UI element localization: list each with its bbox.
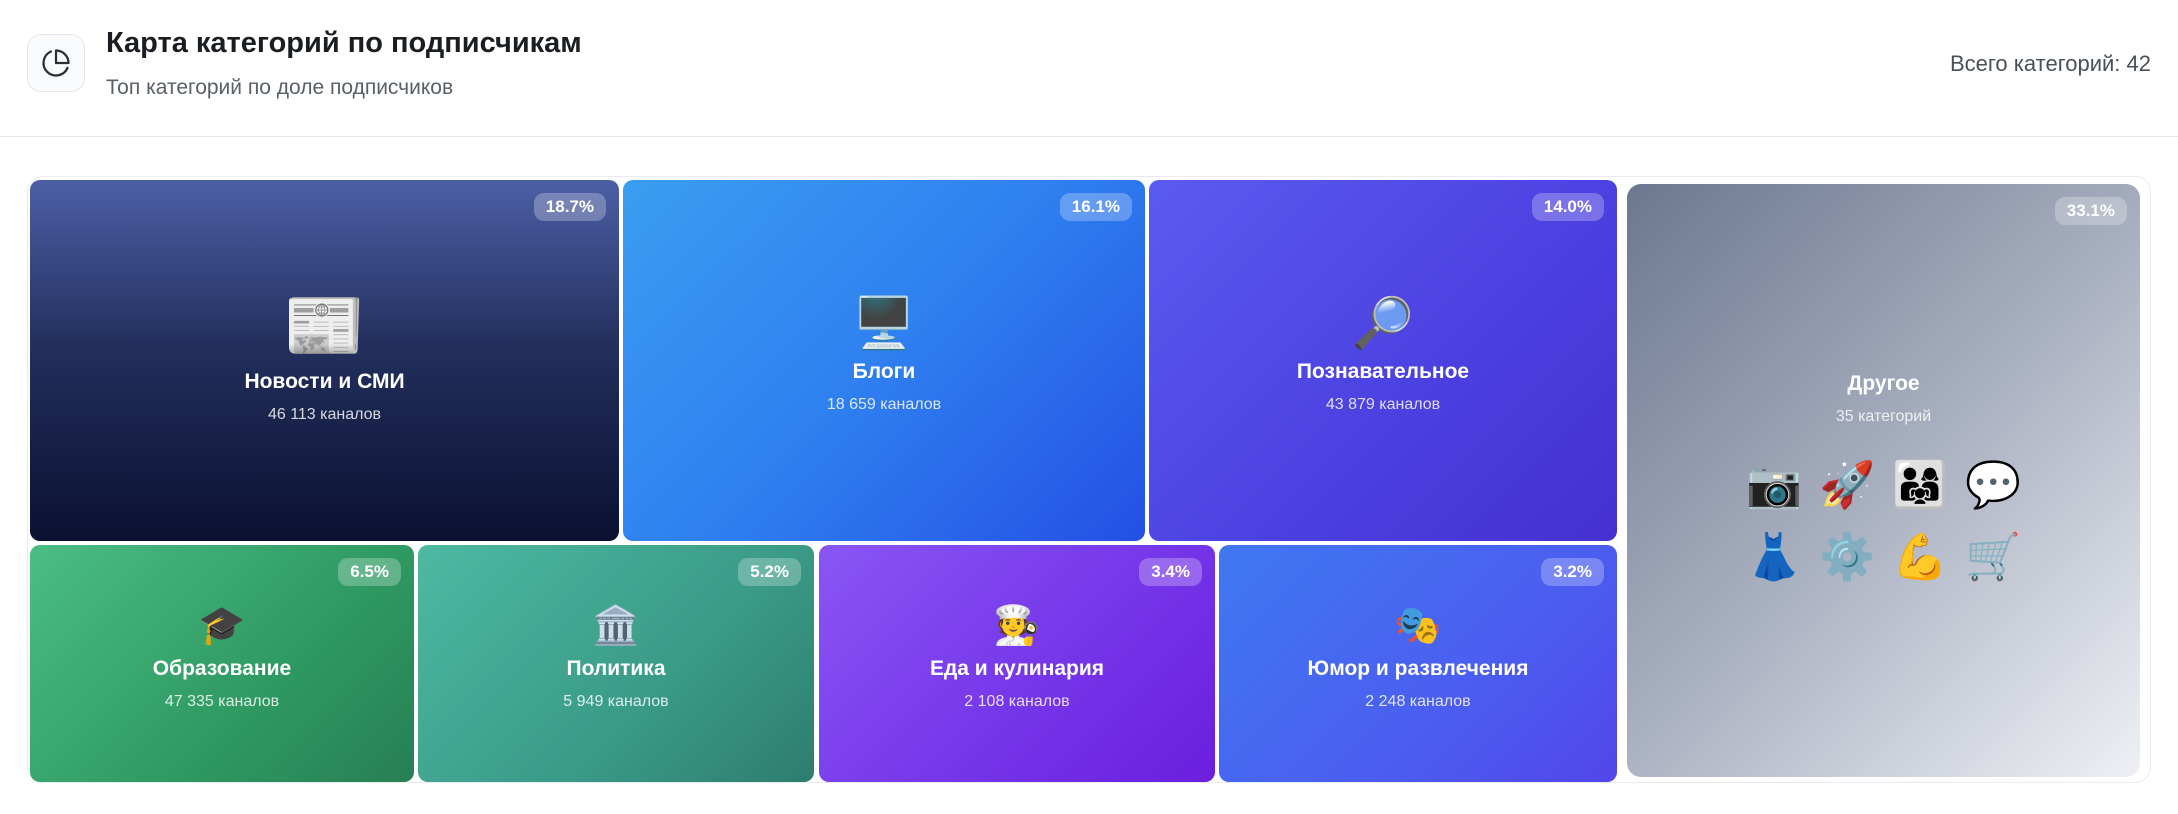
tile-count: 46 113 каналов <box>267 406 382 423</box>
pie-chart-icon <box>27 34 85 92</box>
tile-food[interactable]: 3.4% 🧑‍🍳 Еда и кулинария 2 108 каналов <box>819 545 1215 782</box>
tile-count: 2 248 каналов <box>1365 693 1471 710</box>
magnifier-icon: 🔎 <box>1351 295 1415 351</box>
share-badge: 18.7% <box>533 193 606 221</box>
dress-icon: 👗 <box>1745 531 1803 582</box>
total-categories: Всего категорий: 42 <box>1949 51 2151 76</box>
tile-count: 18 659 каналов <box>826 396 942 413</box>
tile-humor[interactable]: 3.2% 🎭 Юмор и развлечения 2 248 каналов <box>1219 545 1617 782</box>
tile-name: Блоги <box>852 360 916 383</box>
graduation-cap-icon: 🎓 <box>198 605 246 647</box>
tile-name: Новости и СМИ <box>244 370 405 393</box>
tile-news[interactable]: 18.7% 📰 Новости и СМИ 46 113 каналов <box>30 180 619 541</box>
page-subtitle: Топ категорий по доле подписчиков <box>106 76 454 99</box>
tile-other[interactable]: 33.1% Другое 35 категорий 📷 🚀 👨‍👩‍👧 💬 👗 ⚙️ 💪 🛒 <box>1627 184 2140 777</box>
camera-icon: 📷 <box>1745 459 1803 510</box>
page-title: Карта категорий по подписчикам <box>106 27 582 59</box>
tile-name: Познавательное <box>1296 360 1470 383</box>
tile-name: Еда и кулинария <box>929 657 1105 680</box>
newspaper-icon: 📰 <box>283 288 366 362</box>
share-badge: 16.1% <box>1059 193 1132 221</box>
tile-count: 43 879 каналов <box>1325 396 1441 413</box>
shopping-cart-icon: 🛒 <box>1964 531 2022 582</box>
tile-name: Политика <box>566 657 666 680</box>
tile-cognitive[interactable]: 14.0% 🔎 Познавательное 43 879 каналов <box>1149 180 1617 541</box>
share-badge: 14.0% <box>1531 193 1604 221</box>
other-icons-grid: 📷 🚀 👨‍👩‍👧 💬 👗 ⚙️ 💪 🛒 <box>1744 456 2023 586</box>
share-badge: 5.2% <box>738 558 801 586</box>
theater-curtain-icon: 🎭 <box>1394 605 1442 647</box>
tile-count: 5 949 каналов <box>563 693 669 710</box>
chat-bubble-icon: 💬 <box>1964 459 2022 510</box>
share-badge: 3.2% <box>1541 558 1604 586</box>
share-badge: 33.1% <box>2054 197 2127 225</box>
dumbbell-icon: 💪 <box>1891 531 1949 582</box>
tile-education[interactable]: 6.5% 🎓 Образование 47 335 каналов <box>30 545 414 782</box>
blog-window-icon: 🖥️ <box>852 295 916 351</box>
tile-count: 2 108 каналов <box>964 693 1070 710</box>
rocket-icon: 🚀 <box>1818 459 1876 510</box>
cook-icon: 🧑‍🍳 <box>993 605 1041 647</box>
tile-politics[interactable]: 5.2% 🏛️ Политика 5 949 каналов <box>418 545 814 782</box>
tile-count: 35 категорий <box>1835 408 1932 425</box>
tile-blogs[interactable]: 16.1% 🖥️ Блоги 18 659 каналов <box>623 180 1145 541</box>
tile-name: Другое <box>1847 372 1920 395</box>
classical-building-icon: 🏛️ <box>592 605 640 647</box>
tile-count: 47 335 каналов <box>164 693 280 710</box>
tile-name: Юмор и развлечения <box>1307 657 1529 680</box>
gear-icon: ⚙️ <box>1818 531 1876 582</box>
page-header: Карта категорий по подписчикам Топ катег… <box>0 0 2178 137</box>
share-badge: 3.4% <box>1139 558 1202 586</box>
family-icon: 👨‍👩‍👧 <box>1891 459 1949 510</box>
share-badge: 6.5% <box>338 558 401 586</box>
tile-name: Образование <box>152 657 292 680</box>
